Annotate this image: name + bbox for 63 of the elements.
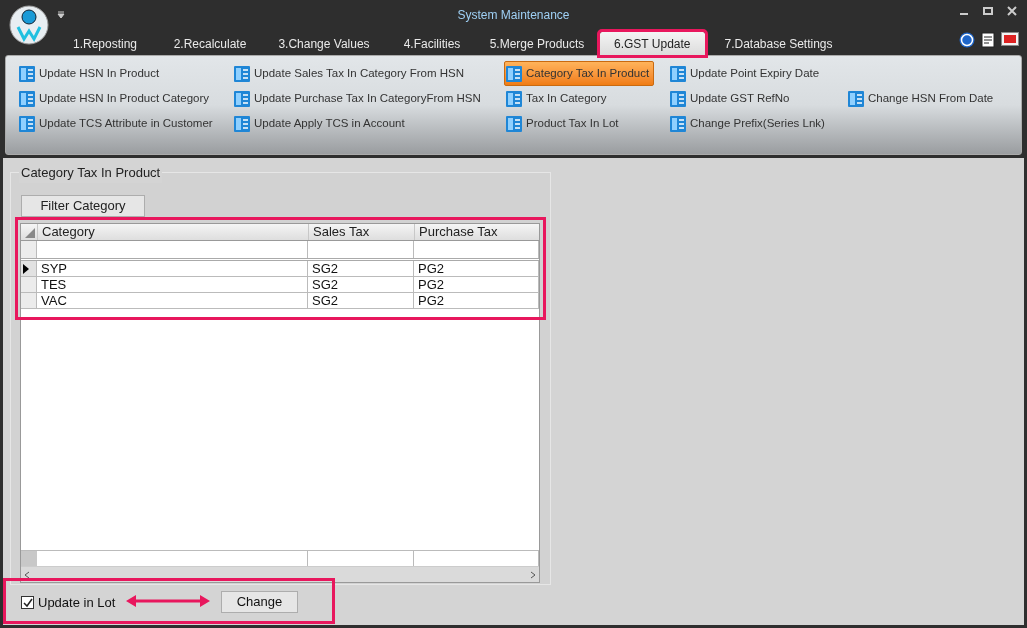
checkmark-icon [22,597,33,608]
filter-button[interactable]: Filter Category [21,195,145,217]
tab[interactable]: 6.GST Update [600,32,705,55]
document-icon [506,90,522,107]
scroll-right-icon[interactable] [529,570,537,579]
column-header[interactable]: Purchase Tax [414,224,539,240]
close-icon[interactable] [1007,6,1017,16]
document-icon [506,115,522,132]
document-icon [670,65,686,82]
ribbon-button[interactable]: Update HSN In Product [17,61,165,86]
document-icon [848,90,864,107]
ribbon-button[interactable]: Update Sales Tax In Category From HSN [232,61,470,86]
ribbon-button[interactable]: Update Apply TCS in Account [232,111,410,136]
column-header[interactable]: Sales Tax [308,224,414,240]
change-button[interactable]: Change [221,591,298,613]
tab[interactable]: 1.Reposting [52,32,158,55]
scroll-left-icon[interactable] [23,570,31,579]
maximize-icon[interactable] [983,6,993,16]
exit-sign-icon[interactable] [1001,32,1019,46]
document-icon [19,90,35,107]
document-icon [234,65,250,82]
tab[interactable]: 7.Database Settings [708,32,849,55]
document-icon [670,90,686,107]
current-row-icon [23,263,29,274]
tab[interactable]: 5.Merge Products [478,32,596,55]
table-cell: SG2 [308,293,414,308]
tab[interactable]: 2.Recalculate [158,32,262,55]
window-title: System Maintenance [457,7,570,24]
table-cell: VAC [37,293,308,308]
update-in-lot-checkbox[interactable]: Update in Lot [21,593,116,613]
document-icon[interactable] [981,32,995,48]
row-header [21,551,37,566]
row-header [21,241,37,258]
tab[interactable]: 3.Change Values [262,32,386,55]
table-cell: PG2 [414,293,539,308]
ribbon-button[interactable]: Update Purchase Tax In CategoryFrom HSN [232,86,486,111]
ribbon-button[interactable]: Product Tax In Lot [504,111,624,136]
checkbox[interactable] [21,596,34,610]
document-icon [19,115,35,132]
ribbon-button[interactable]: Category Tax In Product [504,61,655,86]
table-cell: SG2 [308,261,414,276]
ribbon-button[interactable]: Change HSN From Date [846,86,999,111]
document-icon [234,115,250,132]
table-cell: SG2 [308,277,414,292]
column-header[interactable]: Category [37,224,308,240]
document-icon [670,115,686,132]
ribbon-button[interactable]: Update Point Expiry Date [668,61,825,86]
row-header[interactable] [21,261,37,276]
document-icon [234,90,250,107]
table-cell: SYP [37,261,308,276]
table-cell: TES [37,277,308,292]
document-icon [19,65,35,82]
ribbon-button[interactable]: Tax In Category [504,86,612,111]
ribbon-button[interactable]: Update TCS Attribute in Customer [17,111,218,136]
ribbon-button[interactable]: Update HSN In Product Category [17,86,215,111]
ribbon-button[interactable]: Change Prefix(Series Lnk) [668,111,830,136]
tab[interactable]: 4.Facilities [386,32,478,55]
app-logo-icon[interactable] [9,5,49,45]
document-icon [506,65,522,82]
quick-access-icon[interactable] [57,11,65,19]
ribbon-button[interactable]: Update GST RefNo [668,86,795,111]
table-cell: PG2 [414,261,539,276]
table-cell: PG2 [414,277,539,292]
